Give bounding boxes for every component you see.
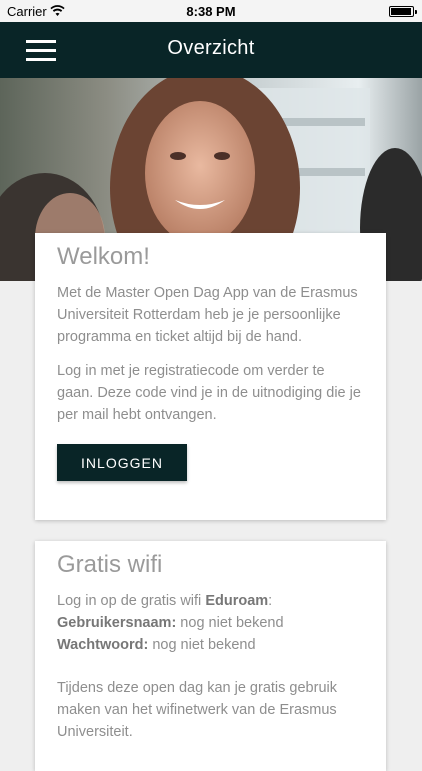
battery-icon — [389, 6, 417, 17]
login-button[interactable]: INLOGGEN — [57, 444, 187, 481]
welcome-card: Welkom! Met de Master Open Dag App van d… — [35, 233, 386, 520]
navigation-bar: Overzicht — [0, 22, 422, 78]
password-value: nog niet bekend — [148, 637, 256, 653]
welcome-intro-text: Met de Master Open Dag App van de Erasmu… — [57, 285, 358, 345]
wifi-credentials: Log in op de gratis wifi Eduroam: Gebrui… — [57, 590, 364, 656]
welcome-login-instructions: Log in met je registratiecode om verder … — [57, 363, 361, 423]
wifi-title: Gratis wifi — [57, 551, 163, 578]
wifi-network-name: Eduroam — [205, 593, 269, 609]
wifi-intro-line: Log in op de gratis wifi Eduroam: — [57, 590, 364, 612]
wifi-info-text: Tijdens deze open dag kan je gratis gebr… — [57, 680, 337, 740]
wifi-username-line: Gebruikersnaam: nog niet bekend — [57, 612, 364, 634]
clock: 8:38 PM — [186, 4, 236, 19]
status-bar: Carrier 8:38 PM — [0, 0, 422, 22]
password-label: Wachtwoord: — [57, 637, 149, 653]
welcome-title: Welkom! — [57, 243, 150, 270]
wifi-intro-text: Log in op de gratis wifi — [57, 593, 206, 609]
username-label: Gebruikersnaam: — [57, 615, 177, 631]
username-value: nog niet bekend — [176, 615, 284, 631]
wifi-password-line: Wachtwoord: nog niet bekend — [57, 634, 364, 656]
page-title: Overzicht — [167, 37, 255, 59]
wifi-intro-colon: : — [268, 593, 273, 609]
wifi-card: Gratis wifi Log in op de gratis wifi Edu… — [35, 541, 386, 771]
